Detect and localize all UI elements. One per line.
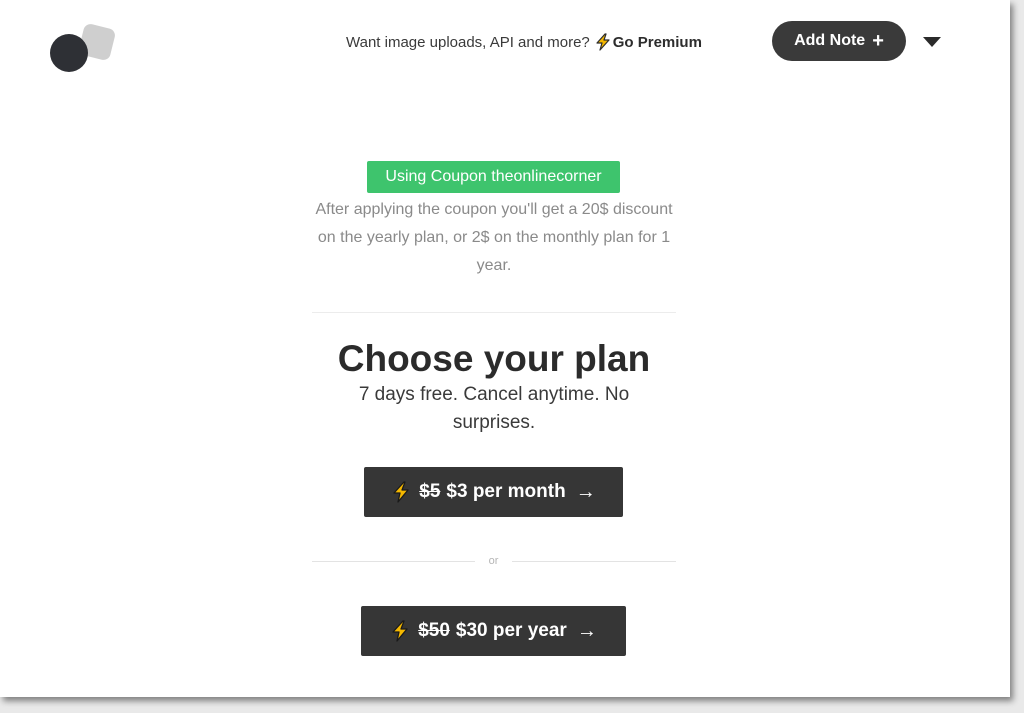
page-title: Choose your plan — [337, 338, 651, 379]
caret-down-icon[interactable] — [922, 35, 942, 49]
coupon-description: After applying the coupon you'll get a 2… — [315, 201, 673, 274]
section-divider — [312, 312, 676, 313]
plus-icon: + — [872, 30, 884, 52]
go-premium-link[interactable]: Go Premium — [613, 34, 702, 51]
logo-circle-shape — [50, 34, 88, 72]
add-note-label: Add Note — [794, 32, 866, 49]
monthly-plan-button[interactable]: $5 $3 per month → — [364, 467, 623, 517]
app-logo[interactable] — [50, 22, 118, 76]
lightning-bolt-icon — [393, 481, 409, 503]
arrow-right-icon: → — [575, 480, 596, 503]
monthly-old-price: $5 — [419, 481, 441, 502]
separator-line-right — [512, 561, 676, 562]
lightning-bolt-icon — [392, 620, 408, 642]
lightning-bolt-icon — [596, 33, 610, 51]
premium-promo: Want image uploads, API and more? Go Pre… — [346, 32, 702, 52]
yearly-old-price: $50 — [418, 620, 450, 641]
separator-line-left — [312, 561, 475, 562]
or-label: or — [488, 555, 499, 567]
coupon-badge: Using Coupon theonlinecorner — [367, 161, 620, 193]
yearly-new-price: $30 per year — [455, 620, 567, 641]
arrow-right-icon: → — [576, 619, 597, 642]
app-window: Want image uploads, API and more? Go Pre… — [0, 0, 1010, 697]
promo-text: Want image uploads, API and more? — [346, 33, 590, 51]
plan-subtitle: 7 days free. Cancel anytime. No surprise… — [358, 384, 630, 433]
monthly-new-price: $3 per month — [446, 481, 566, 502]
add-note-button[interactable]: Add Note + — [772, 21, 906, 61]
or-separator: or — [312, 553, 676, 569]
yearly-plan-button[interactable]: $50 $30 per year → — [361, 606, 626, 656]
